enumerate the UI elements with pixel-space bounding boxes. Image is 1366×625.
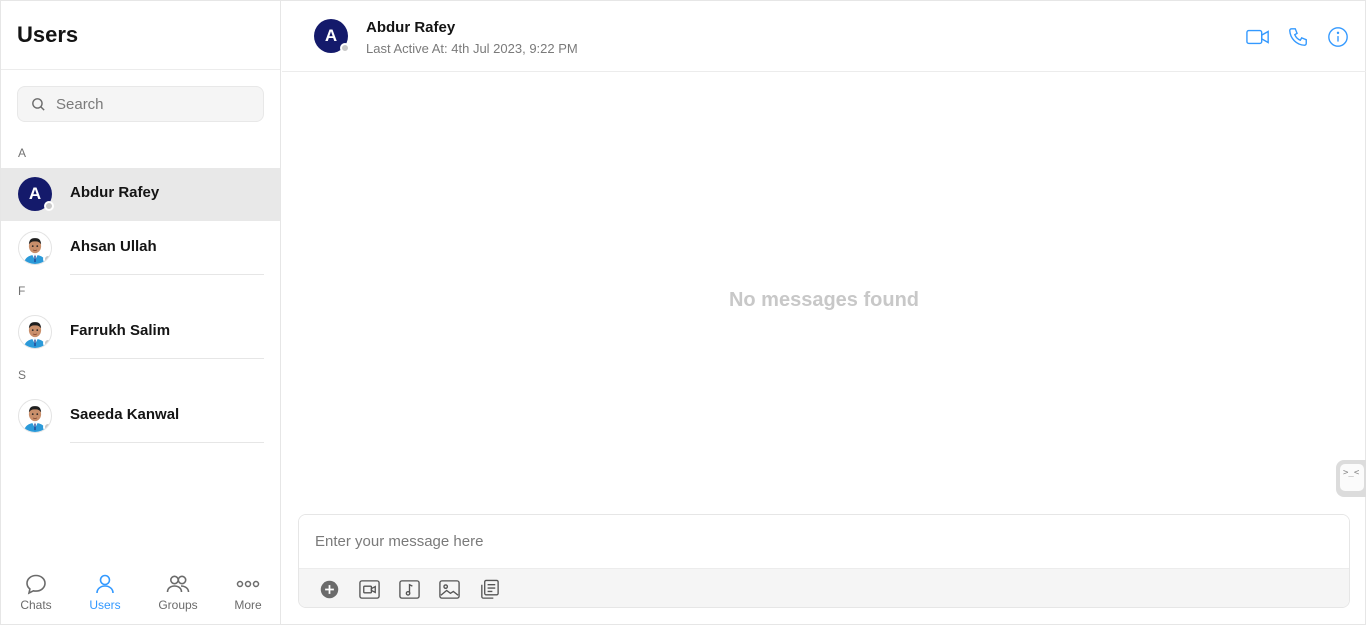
user-row-saeeda-kanwal[interactable]: Saeeda Kanwal bbox=[1, 390, 280, 443]
user-name: Saeeda Kanwal bbox=[70, 406, 180, 423]
search-icon bbox=[32, 97, 45, 111]
chat-user-name: Abdur Rafey bbox=[366, 19, 456, 36]
image-attachment-button[interactable] bbox=[437, 577, 461, 601]
nav-more[interactable]: More bbox=[218, 564, 278, 612]
nav-users[interactable]: Users bbox=[75, 564, 135, 612]
avatar bbox=[18, 315, 52, 349]
sidebar-title: Users bbox=[17, 22, 79, 47]
video-file-icon bbox=[358, 579, 380, 599]
user-row-abdur-rafey[interactable]: A Abdur Rafey bbox=[1, 168, 280, 221]
user-name: Ahsan Ullah bbox=[70, 238, 157, 255]
nav-label: Chats bbox=[20, 598, 52, 612]
user-row-farrukh-salim[interactable]: Farrukh Salim bbox=[1, 306, 280, 359]
image-icon bbox=[438, 579, 460, 599]
side-drawer-tab[interactable]: >_< bbox=[1336, 460, 1366, 497]
chat-app: Users A A Abdur Rafey bbox=[0, 0, 1366, 625]
music-note-icon bbox=[398, 579, 420, 599]
add-attachment-button[interactable] bbox=[317, 577, 341, 601]
user-icon bbox=[96, 574, 114, 594]
more-dots-icon bbox=[236, 580, 260, 588]
status-dot bbox=[43, 338, 51, 348]
avatar-letter: A bbox=[28, 184, 42, 203]
plus-circle-icon bbox=[320, 580, 338, 598]
nav-label: Users bbox=[89, 598, 121, 612]
message-composer bbox=[298, 514, 1350, 608]
sidebar-header: Users bbox=[1, 1, 280, 70]
audio-attachment-button[interactable] bbox=[397, 577, 421, 601]
video-camera-icon bbox=[1246, 29, 1269, 45]
status-dot bbox=[43, 422, 51, 432]
document-icon bbox=[480, 579, 499, 599]
avatar-letter: A bbox=[324, 26, 338, 45]
status-dot bbox=[340, 43, 350, 53]
message-input[interactable] bbox=[299, 515, 1349, 568]
search-box[interactable] bbox=[17, 86, 264, 122]
video-call-button[interactable] bbox=[1246, 25, 1270, 49]
user-name: Farrukh Salim bbox=[70, 322, 171, 339]
nav-groups[interactable]: Groups bbox=[148, 564, 208, 612]
phone-icon bbox=[1289, 28, 1307, 46]
chat-bubble-icon bbox=[26, 574, 46, 595]
info-button[interactable] bbox=[1326, 25, 1350, 49]
row-divider bbox=[70, 274, 264, 275]
search-input[interactable] bbox=[56, 95, 256, 113]
user-name: Abdur Rafey bbox=[70, 184, 160, 201]
side-tab-label: >_< bbox=[1340, 464, 1364, 491]
section-letter-a: A bbox=[18, 146, 27, 160]
last-active-status: Last Active At: 4th Jul 2023, 9:22 PM bbox=[366, 41, 578, 56]
row-divider bbox=[70, 442, 264, 443]
row-divider bbox=[70, 358, 264, 359]
status-dot bbox=[43, 254, 51, 264]
groups-icon bbox=[166, 575, 190, 593]
nav-label: More bbox=[234, 598, 262, 612]
users-sidebar: Users A A Abdur Rafey bbox=[1, 1, 281, 624]
composer-toolbar bbox=[299, 568, 1349, 607]
avatar bbox=[18, 399, 52, 433]
nav-label: Groups bbox=[158, 598, 198, 612]
nav-chats[interactable]: Chats bbox=[6, 564, 66, 612]
header-actions bbox=[1246, 25, 1350, 49]
chat-header: A Abdur Rafey Last Active At: 4th Jul 20… bbox=[282, 1, 1366, 72]
section-letter-f: F bbox=[18, 284, 26, 298]
avatar: A bbox=[18, 177, 54, 211]
file-attachment-button[interactable] bbox=[477, 577, 501, 601]
status-dot bbox=[44, 201, 54, 211]
bottom-nav: Chats Users Groups More bbox=[1, 564, 280, 624]
user-row-ahsan-ullah[interactable]: Ahsan Ullah bbox=[1, 222, 280, 275]
chat-avatar[interactable]: A bbox=[314, 19, 350, 53]
chat-panel: A Abdur Rafey Last Active At: 4th Jul 20… bbox=[282, 1, 1366, 624]
empty-messages-text: No messages found bbox=[728, 289, 920, 311]
video-attachment-button[interactable] bbox=[357, 577, 381, 601]
info-icon bbox=[1328, 27, 1348, 47]
avatar bbox=[18, 231, 52, 265]
section-letter-s: S bbox=[18, 368, 27, 382]
voice-call-button[interactable] bbox=[1286, 25, 1310, 49]
